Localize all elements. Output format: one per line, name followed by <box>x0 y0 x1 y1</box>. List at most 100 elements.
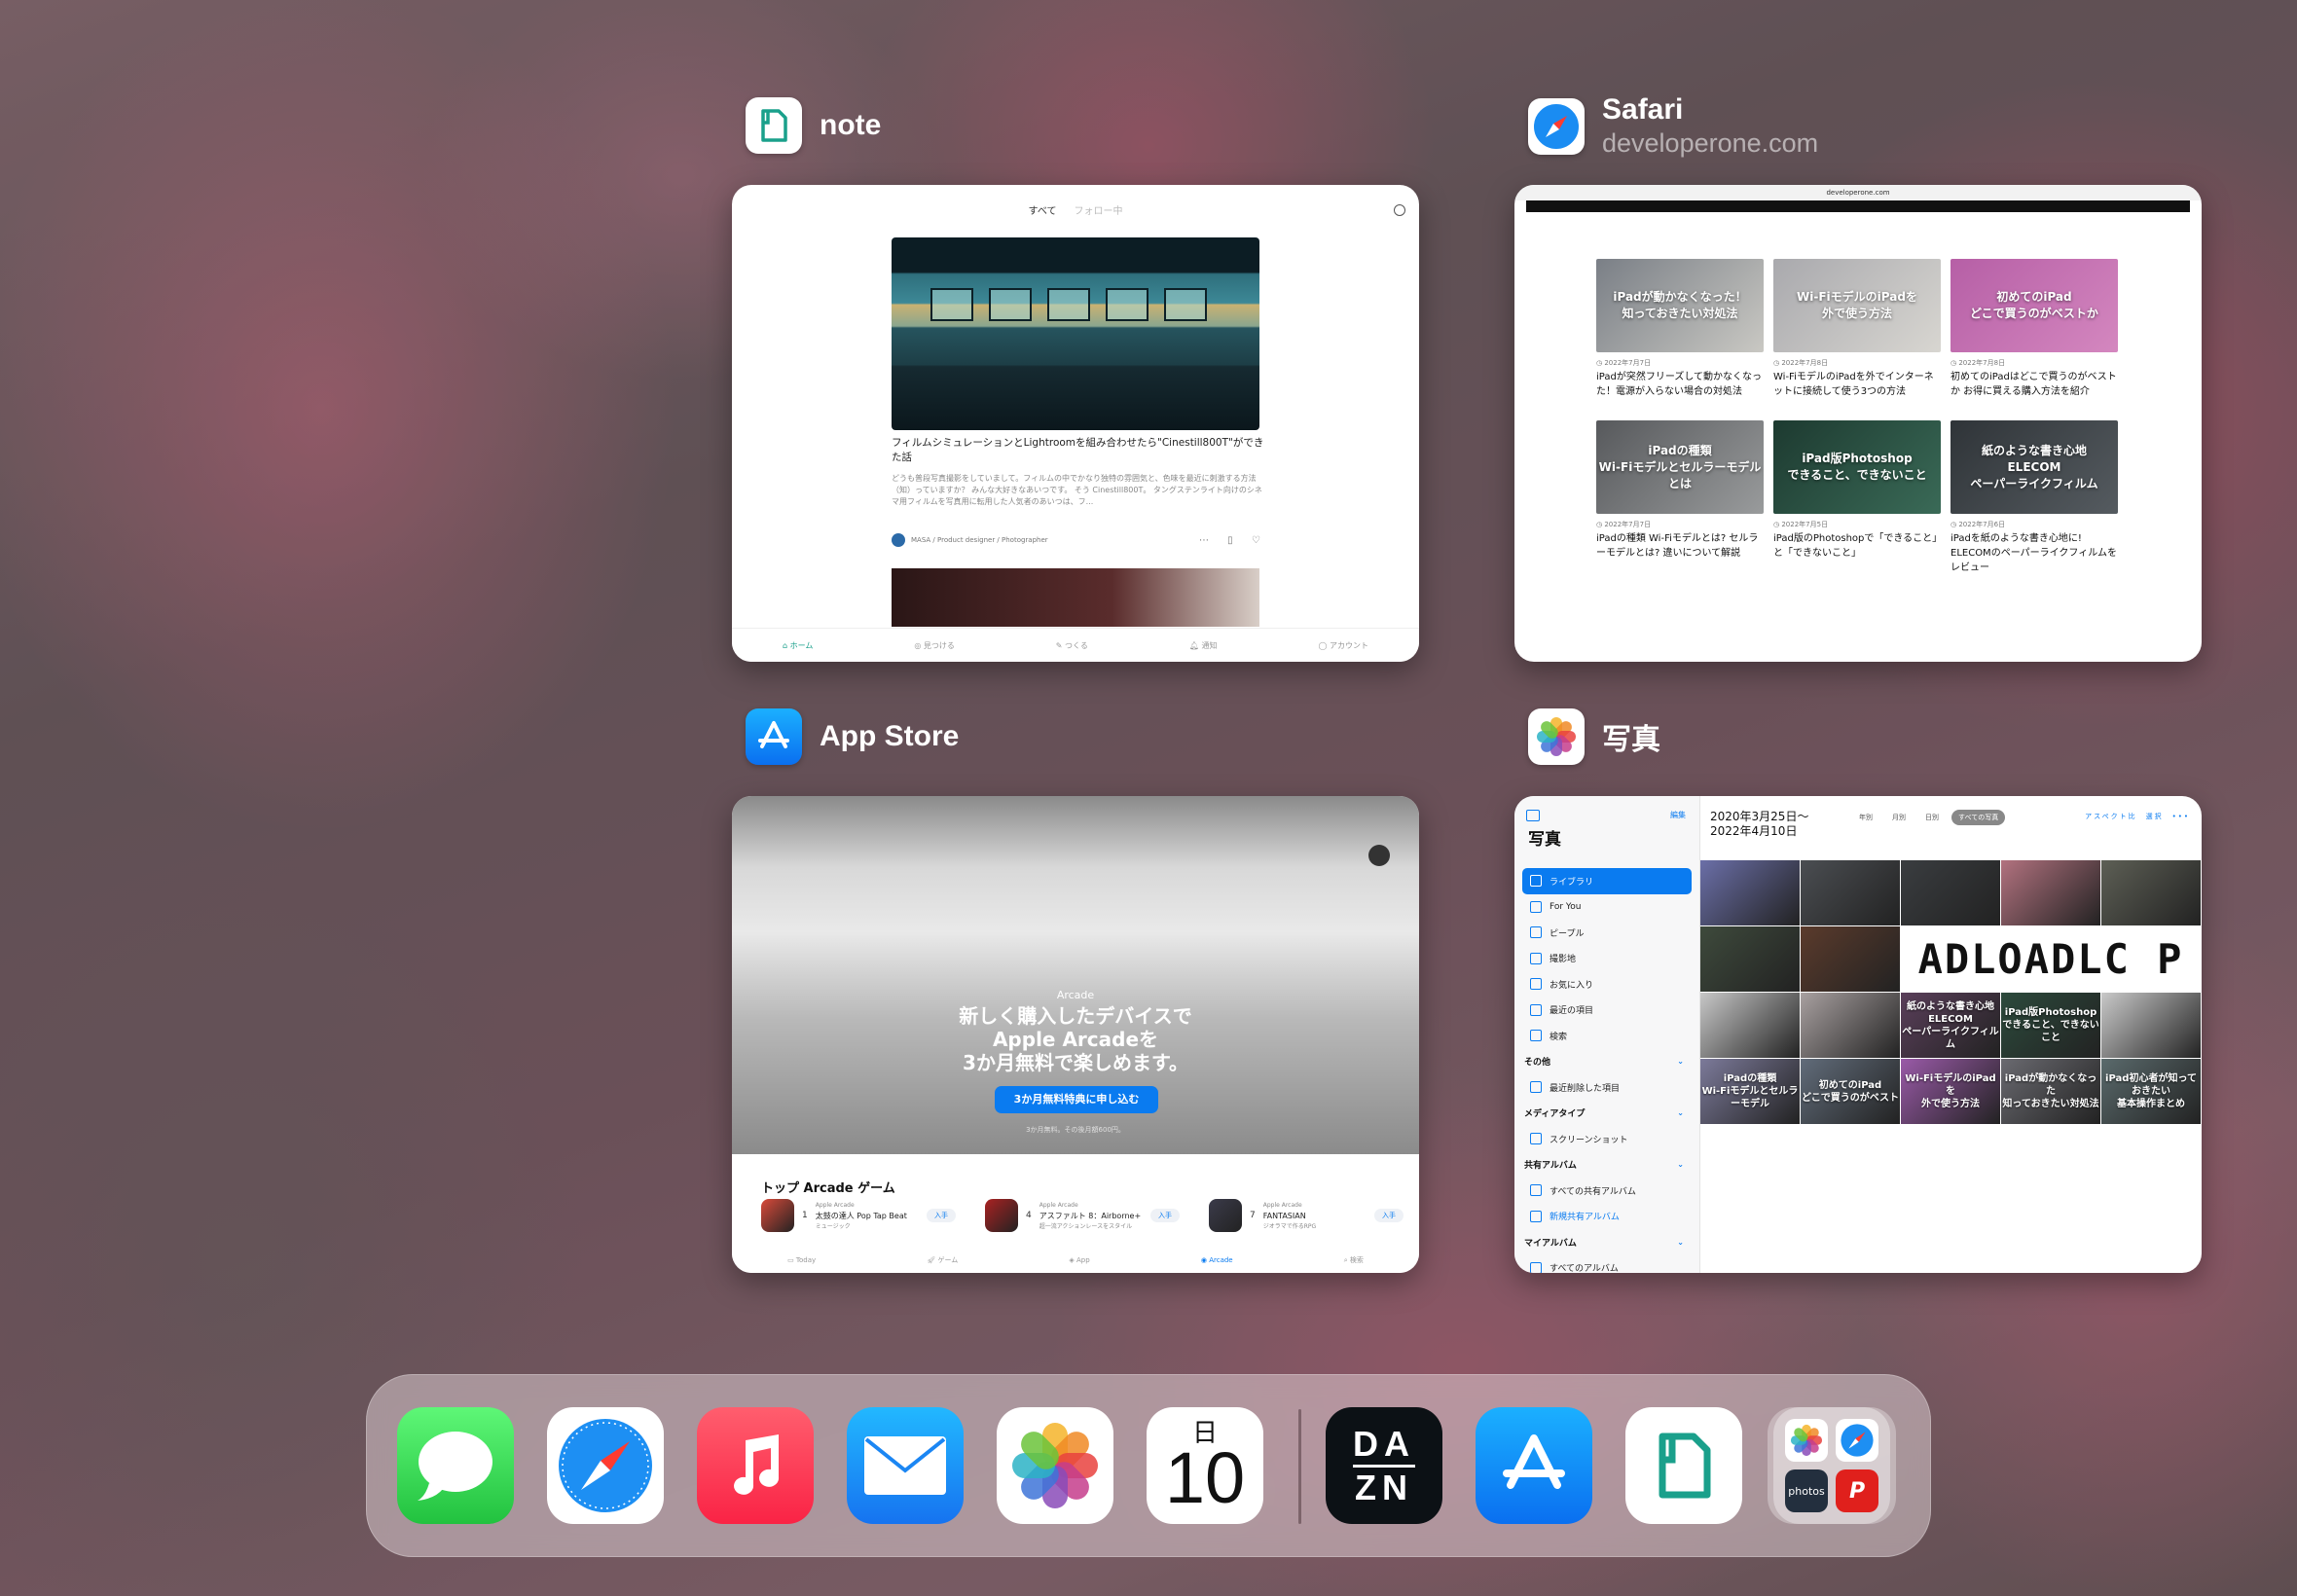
photos-app-preview[interactable]: 編集 写真 ライブラリ For You ピープル 撮影地 お気に入り 最近の項目 検索 その他… <box>1514 796 2202 1273</box>
sidebar-section-header: メディアタイプ ⌄ <box>1524 1108 1684 1120</box>
photo-tile <box>2101 993 2201 1058</box>
view-segment: すべての写真 <box>1951 810 2006 825</box>
photo-tile <box>1801 993 1900 1058</box>
safari-app-header[interactable]: Safari developerone.com <box>1528 93 1818 159</box>
appstore-tabbar: ▭ Today 🚀︎ ゲーム ◈ App ◉ Arcade ⌕ 検索 <box>732 1248 1419 1273</box>
note-app-preview[interactable]: すべて フォロー中 フィルムシミュレーションとLightroomを組み合わせたら"… <box>732 185 1419 662</box>
article-thumbnail-text: 紙のような書き心地 ELECOM ペーパーライクフィルム <box>1970 443 2098 490</box>
game-get-button: 入手 <box>1150 1209 1180 1222</box>
library-tools: アスペクト比 選択 ••• <box>2085 813 2190 820</box>
game-rank: 7 <box>1250 1211 1256 1220</box>
folder-procreate-icon: P <box>1836 1469 1878 1512</box>
sidebar-item: For You <box>1522 894 1692 921</box>
site-header <box>1526 200 2190 212</box>
appstore-app-icon <box>746 708 802 765</box>
dock-photos-icon[interactable] <box>997 1407 1113 1524</box>
note-article-image <box>892 237 1259 430</box>
search-icon <box>1394 204 1405 216</box>
game-get-button: 入手 <box>927 1209 956 1222</box>
note-app-icon <box>746 97 802 154</box>
game-icon <box>1209 1199 1242 1232</box>
sidebar-section-header: その他 ⌄ <box>1524 1057 1684 1069</box>
article-thumbnail: iPadが動かなくなった！ 知っておきたい対処法 <box>1596 259 1764 352</box>
note-app-header[interactable]: note <box>746 97 881 154</box>
sidebar-title: 写真 <box>1528 830 1561 850</box>
sidebar-item: ライブラリ <box>1522 868 1692 894</box>
article-thumbnail: iPad版Photoshop できること、できないこと <box>1773 420 1941 514</box>
sidebar-item: 撮影地 <box>1522 946 1692 972</box>
article-thumbnail: iPadの種類 Wi-Fiモデルとセルラーモデルとは <box>1596 420 1764 514</box>
note-tab-all: すべて <box>1028 206 1057 217</box>
sidebar-item: すべての共有アルバム <box>1522 1178 1692 1204</box>
photo-tile: iPadの種類 Wi-Fiモデルとセルラーモデル <box>1700 1059 1800 1124</box>
photo-tile <box>2001 860 2100 925</box>
note-article-author: MASA / Product designer / Photographer <box>892 533 1048 547</box>
arcade-game-item: 4 Apple Arcade アスファルト 8：Airborne+ 超一流アクシ… <box>985 1199 1180 1232</box>
dock-divider <box>1298 1409 1301 1524</box>
article-thumbnail-text: iPad版Photoshop できること、できないこと <box>1787 452 1927 482</box>
article-thumbnail: 紙のような書き心地 ELECOM ペーパーライクフィルム <box>1951 420 2118 514</box>
sidebar-item-icon <box>1530 1184 1542 1197</box>
note-tab-notifications: 🔔︎ 通知 <box>1188 640 1218 650</box>
chevron-down-icon: ⌄ <box>1677 1237 1684 1247</box>
dock-music-icon[interactable] <box>697 1407 814 1524</box>
game-get-button: 入手 <box>1374 1209 1404 1222</box>
dock-calendar-icon[interactable]: 日 10 <box>1147 1407 1263 1524</box>
photo-tile: 初めてのiPad どこで買うのがベスト <box>1801 1059 1900 1124</box>
tab-games: 🚀︎ ゲーム <box>927 1256 959 1264</box>
dock-recent-apps-folder[interactable]: photos P <box>1773 1407 1890 1524</box>
dock-dazn-icon[interactable]: DA ZN <box>1326 1407 1442 1524</box>
photo-tile: iPad初心者が知っておきたい 基本操作まとめ <box>2101 1059 2201 1124</box>
photos-app-header[interactable]: 写真 <box>1528 708 1660 765</box>
sidebar-item: ピープル <box>1522 920 1692 946</box>
article-title: iPadが突然フリーズして動かなくなった！電源が入らない場合の対処法 <box>1596 372 1763 397</box>
appstore-app-header[interactable]: App Store <box>746 708 959 765</box>
sidebar-item-icon <box>1530 900 1542 913</box>
dock-messages-icon[interactable] <box>397 1407 514 1524</box>
sidebar-item: 最近の項目 <box>1522 998 1692 1024</box>
sidebar-item: スクリーンショット <box>1522 1126 1692 1152</box>
note-tab-following: フォロー中 <box>1074 206 1123 217</box>
article-card: 初めてのiPad どこで買うのがベストか ◷ 2022年7月8日 初めてのiPa… <box>1951 259 2118 399</box>
sidebar-item-icon <box>1530 1030 1542 1042</box>
game-icon <box>761 1199 794 1232</box>
arcade-label: Arcade <box>1056 989 1095 1001</box>
article-thumbnail: Wi-FiモデルのiPadを 外で使う方法 <box>1773 259 1941 352</box>
sidebar-item-icon <box>1530 1261 1542 1273</box>
article-date: ◷ 2022年7月8日 <box>1773 359 1829 367</box>
sidebar-item-icon <box>1530 875 1542 888</box>
chevron-down-icon: ⌄ <box>1677 1057 1684 1067</box>
author-name: MASA / Product designer / Photographer <box>911 536 1048 544</box>
article-thumbnail-text: 初めてのiPad どこで買うのがベストか <box>1970 290 2098 320</box>
article-card: iPad版Photoshop できること、できないこと ◷ 2022年7月5日 … <box>1773 420 1941 575</box>
note-app-title: note <box>820 109 882 141</box>
top-arcade-games-heading: トップ Arcade ゲーム <box>761 1181 895 1196</box>
note-article-title: フィルムシミュレーションとLightroomを組み合わせたら"Cinestill… <box>892 437 1264 463</box>
article-date: ◷ 2022年7月5日 <box>1773 521 1829 528</box>
appstore-app-preview[interactable]: Arcade 新しく購入したデバイスで Apple Arcadeを 3か月無料で… <box>732 796 1419 1273</box>
arcade-trial-button: 3か月無料特典に申し込む <box>995 1086 1158 1113</box>
article-date: ◷ 2022年7月8日 <box>1951 359 2006 367</box>
arcade-fine-print: 3か月無料。その後月額600円。 <box>1026 1126 1125 1134</box>
note-tab-create: ✎ つくる <box>1055 640 1088 650</box>
dock-safari-icon[interactable] <box>547 1407 664 1524</box>
note-article-excerpt: どうも普段写真撮影をしていまして。フィルムの中でかなり独特の雰囲気と、色味を最近… <box>892 474 1262 506</box>
article-card: Wi-FiモデルのiPadを 外で使う方法 ◷ 2022年7月8日 Wi-Fiモ… <box>1773 259 1941 399</box>
dock-appstore-icon[interactable] <box>1476 1407 1592 1524</box>
dock-mail-icon[interactable] <box>847 1407 964 1524</box>
photo-tile <box>1700 860 1800 925</box>
note-tab-account: ◯ アカウント <box>1318 640 1369 650</box>
sidebar-item: 検索 <box>1522 1023 1692 1049</box>
folder-safari-icon <box>1836 1419 1878 1462</box>
photo-tile <box>2101 860 2201 925</box>
sidebar-item: 新規共有アルバム <box>1522 1204 1692 1230</box>
view-segment: 日別 <box>1925 814 1939 821</box>
tab-today: ▭ Today <box>787 1256 817 1264</box>
arcade-game-item: 1 Apple Arcade 太鼓の達人 Pop Tap Beat ミュージック… <box>761 1199 956 1232</box>
photos-app-title: 写真 <box>1602 724 1660 756</box>
safari-app-icon <box>1528 97 1585 155</box>
note-tab-discover: ◎ 見つける <box>914 640 955 650</box>
dock-note-icon[interactable] <box>1625 1407 1742 1524</box>
safari-app-preview[interactable]: developerone.com iPadが動かなくなった！ 知っておきたい対処… <box>1514 185 2202 662</box>
photo-tile <box>1901 860 2000 925</box>
